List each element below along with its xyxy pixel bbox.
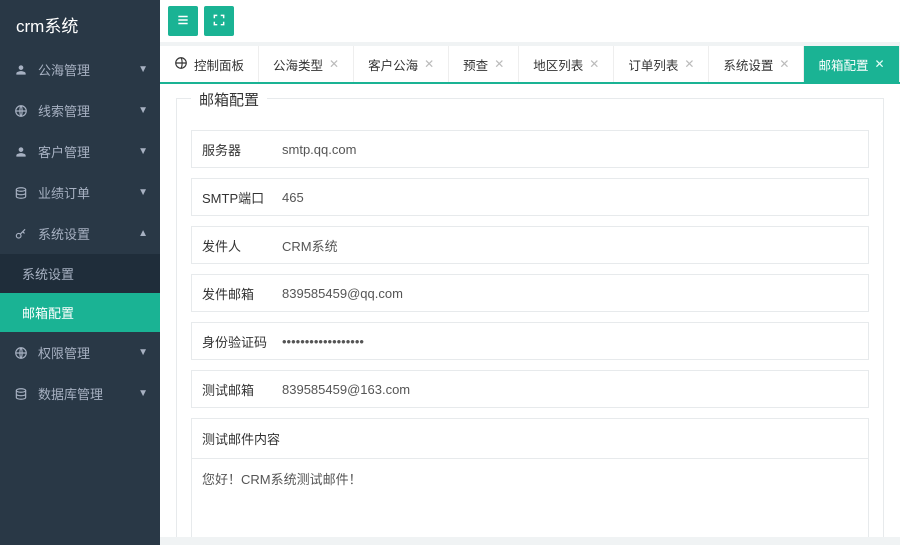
field-sender: 发件人 <box>191 226 869 264</box>
field-label: 发件人 <box>192 227 272 263</box>
menu-toggle-button[interactable] <box>168 6 198 36</box>
tab-label: 客户公海 <box>368 55 418 74</box>
sidebar-item-label: 系统设置 <box>38 224 138 243</box>
close-icon[interactable]: ✕ <box>875 57 885 71</box>
sidebar-item-label: 业绩订单 <box>38 183 138 202</box>
user-icon <box>12 63 30 77</box>
tab-areas[interactable]: 地区列表 ✕ <box>519 46 614 82</box>
tab-public-sea-type[interactable]: 公海类型 ✕ <box>259 46 354 82</box>
database-icon <box>12 387 30 401</box>
tab-dashboard[interactable]: 控制面板 <box>160 46 259 82</box>
tab-label: 公海类型 <box>273 55 323 74</box>
tab-label: 订单列表 <box>628 55 678 74</box>
submenu-item-system-settings[interactable]: 系统设置 <box>0 254 160 293</box>
field-label: 发件邮箱 <box>192 275 272 311</box>
sender-input[interactable] <box>272 227 868 263</box>
port-input[interactable] <box>272 179 868 215</box>
close-icon[interactable]: ✕ <box>779 57 789 71</box>
tabs-bar: 控制面板 公海类型 ✕ 客户公海 ✕ 预查 ✕ 地区列表 ✕ 订单列表 ✕ <box>160 46 900 84</box>
close-icon[interactable]: ✕ <box>494 57 504 71</box>
chevron-down-icon: ▼ <box>138 64 148 75</box>
submenu-item-label: 邮箱配置 <box>22 306 74 321</box>
fullscreen-button[interactable] <box>204 6 234 36</box>
content-area: 邮箱配置 服务器 SMTP端口 发件人 发件邮箱 <box>160 84 900 537</box>
tab-preview[interactable]: 预查 ✕ <box>449 46 519 82</box>
tab-label: 邮箱配置 <box>818 55 868 74</box>
sidebar-item-label: 权限管理 <box>38 343 138 362</box>
tab-label: 系统设置 <box>723 55 773 74</box>
submenu-item-label: 系统设置 <box>22 267 74 282</box>
expand-icon <box>212 13 226 30</box>
user-icon <box>12 145 30 159</box>
sidebar-item-label: 公海管理 <box>38 60 138 79</box>
field-port: SMTP端口 <box>191 178 869 216</box>
sidebar: crm系统 公海管理 ▼ 线索管理 ▼ 客户管理 ▼ 业绩订单 ▼ <box>0 0 160 545</box>
tab-label: 预查 <box>463 55 488 74</box>
chevron-up-icon: ▲ <box>138 228 148 239</box>
field-send-mail: 发件邮箱 <box>191 274 869 312</box>
sidebar-item-public-sea[interactable]: 公海管理 ▼ <box>0 49 160 90</box>
close-icon[interactable]: ✕ <box>424 57 434 71</box>
main-area: 控制面板 公海类型 ✕ 客户公海 ✕ 预查 ✕ 地区列表 ✕ 订单列表 ✕ <box>160 0 900 545</box>
field-label: 测试邮箱 <box>192 371 272 407</box>
chevron-down-icon: ▼ <box>138 388 148 399</box>
database-icon <box>12 186 30 200</box>
test-content-textarea[interactable] <box>192 458 868 537</box>
tab-mail-config[interactable]: 邮箱配置 ✕ <box>804 46 899 82</box>
sidebar-item-customers[interactable]: 客户管理 ▼ <box>0 131 160 172</box>
globe-icon <box>12 104 30 118</box>
field-label: 身份验证码 <box>192 323 272 359</box>
key-icon <box>12 227 30 241</box>
form-panel: 邮箱配置 服务器 SMTP端口 发件人 发件邮箱 <box>176 98 884 537</box>
submenu-settings: 系统设置 邮箱配置 <box>0 254 160 332</box>
topbar <box>160 0 900 42</box>
test-mail-input[interactable] <box>272 371 868 407</box>
field-label: SMTP端口 <box>192 179 272 215</box>
submenu-item-mail-config[interactable]: 邮箱配置 <box>0 293 160 332</box>
server-input[interactable] <box>272 131 868 167</box>
close-icon[interactable]: ✕ <box>589 57 599 71</box>
sidebar-item-label: 数据库管理 <box>38 384 138 403</box>
auth-code-input[interactable] <box>272 323 868 359</box>
tab-orders[interactable]: 订单列表 ✕ <box>614 46 709 82</box>
field-label: 测试邮件内容 <box>192 419 868 458</box>
field-server: 服务器 <box>191 130 869 168</box>
sidebar-item-database[interactable]: 数据库管理 ▼ <box>0 373 160 414</box>
chevron-down-icon: ▼ <box>138 187 148 198</box>
brand-title: crm系统 <box>0 0 160 49</box>
close-icon[interactable]: ✕ <box>684 57 694 71</box>
field-test-content: 测试邮件内容 <box>191 418 869 537</box>
tab-customer-public-sea[interactable]: 客户公海 ✕ <box>354 46 449 82</box>
chevron-down-icon: ▼ <box>138 347 148 358</box>
panel-title: 邮箱配置 <box>191 89 267 110</box>
tab-label: 控制面板 <box>194 55 244 74</box>
sidebar-menu: 公海管理 ▼ 线索管理 ▼ 客户管理 ▼ 业绩订单 ▼ 系统设置 ▲ <box>0 49 160 414</box>
field-label: 服务器 <box>192 131 272 167</box>
tab-system-settings[interactable]: 系统设置 ✕ <box>709 46 804 82</box>
sidebar-item-orders[interactable]: 业绩订单 ▼ <box>0 172 160 213</box>
sidebar-item-permissions[interactable]: 权限管理 ▼ <box>0 332 160 373</box>
chevron-down-icon: ▼ <box>138 146 148 157</box>
sidebar-item-settings[interactable]: 系统设置 ▲ <box>0 213 160 254</box>
globe-icon <box>12 346 30 360</box>
field-auth-code: 身份验证码 <box>191 322 869 360</box>
sidebar-item-label: 线索管理 <box>38 101 138 120</box>
bars-icon <box>176 13 190 30</box>
sidebar-item-label: 客户管理 <box>38 142 138 161</box>
close-icon[interactable]: ✕ <box>329 57 339 71</box>
globe-icon <box>174 56 188 73</box>
chevron-down-icon: ▼ <box>138 105 148 116</box>
send-mail-input[interactable] <box>272 275 868 311</box>
tab-label: 地区列表 <box>533 55 583 74</box>
field-test-mail: 测试邮箱 <box>191 370 869 408</box>
sidebar-item-leads[interactable]: 线索管理 ▼ <box>0 90 160 131</box>
